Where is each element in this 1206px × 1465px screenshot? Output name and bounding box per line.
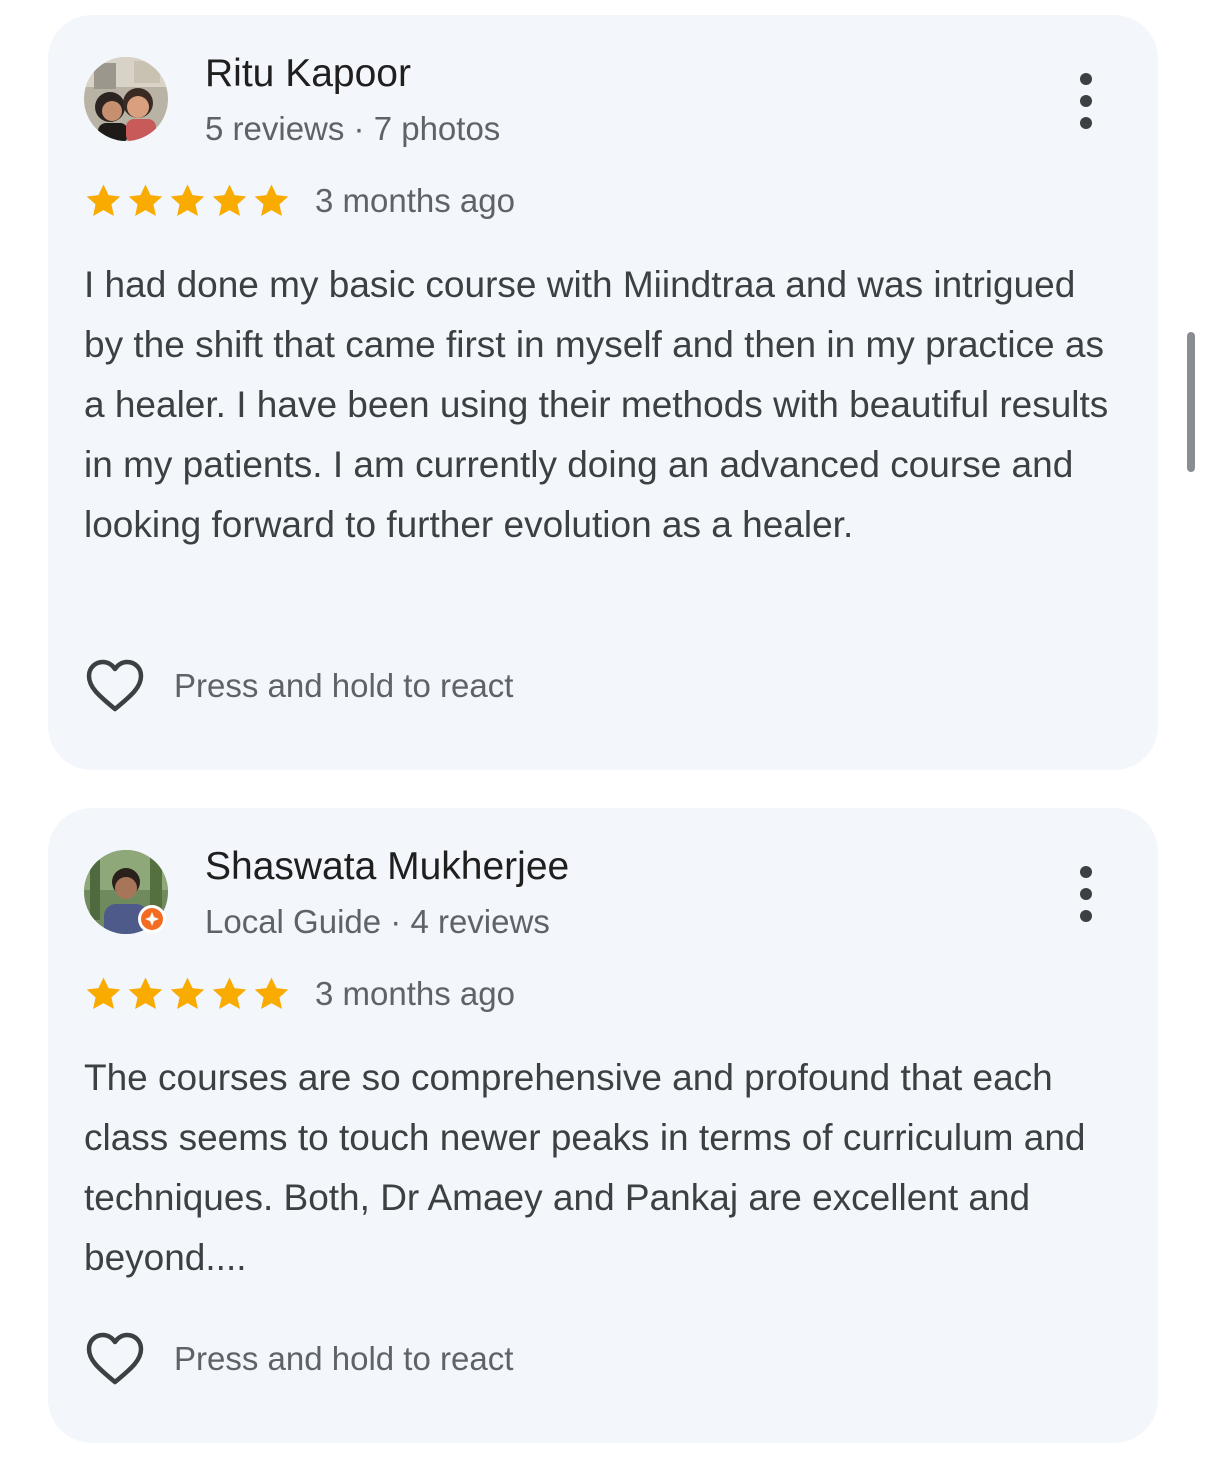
rating-row: 3 months ago [84, 178, 515, 224]
react-label: Press and hold to react [174, 667, 514, 704]
review-text: The courses are so comprehensive and pro… [84, 1057, 1086, 1278]
reviewer-name[interactable]: Ritu Kapoor [205, 51, 411, 97]
reviewer-meta: Local Guide · 4 reviews [205, 903, 550, 940]
heart-icon [86, 659, 144, 712]
reviewer-meta: 5 reviews · 7 photos [205, 110, 501, 147]
avatar-photo [84, 850, 168, 934]
heart-icon [86, 1332, 144, 1385]
star-rating [84, 975, 291, 1014]
reviewer-name[interactable]: Shaswata Mukherjee [205, 844, 569, 890]
react-label: Press and hold to react [174, 1340, 514, 1377]
star-icon [170, 183, 205, 216]
review-card: Shaswata Mukherjee Local Guide · 4 revie… [48, 808, 1158, 1443]
review-card: Ritu Kapoor 5 reviews · 7 photos 3 month… [48, 15, 1158, 770]
reviewer-avatar[interactable] [84, 850, 168, 934]
scrollbar[interactable] [1187, 332, 1195, 472]
star-rating [84, 182, 291, 221]
more-options-button[interactable] [1066, 864, 1106, 924]
reviewer-avatar[interactable] [84, 57, 168, 141]
review-time: 3 months ago [315, 975, 515, 1012]
reviews-list: Ritu Kapoor 5 reviews · 7 photos 3 month… [0, 0, 1206, 1465]
star-icon [254, 976, 289, 1009]
star-icon [86, 976, 121, 1009]
star-icon [254, 183, 289, 216]
rating-row: 3 months ago [84, 971, 515, 1017]
more-options-button[interactable] [1066, 71, 1106, 131]
react-button[interactable]: Press and hold to react [84, 1330, 513, 1388]
avatar-photo [84, 57, 168, 141]
star-icon [212, 183, 247, 216]
more-vert-icon [1080, 73, 1092, 85]
more-vert-icon [1080, 866, 1092, 878]
review-time: 3 months ago [315, 182, 515, 219]
review-text: I had done my basic course with Miindtra… [84, 264, 1109, 545]
react-button[interactable]: Press and hold to react [84, 657, 513, 715]
star-icon [128, 976, 163, 1009]
star-icon [170, 976, 205, 1009]
star-icon [128, 183, 163, 216]
star-icon [86, 183, 121, 216]
star-icon [212, 976, 247, 1009]
